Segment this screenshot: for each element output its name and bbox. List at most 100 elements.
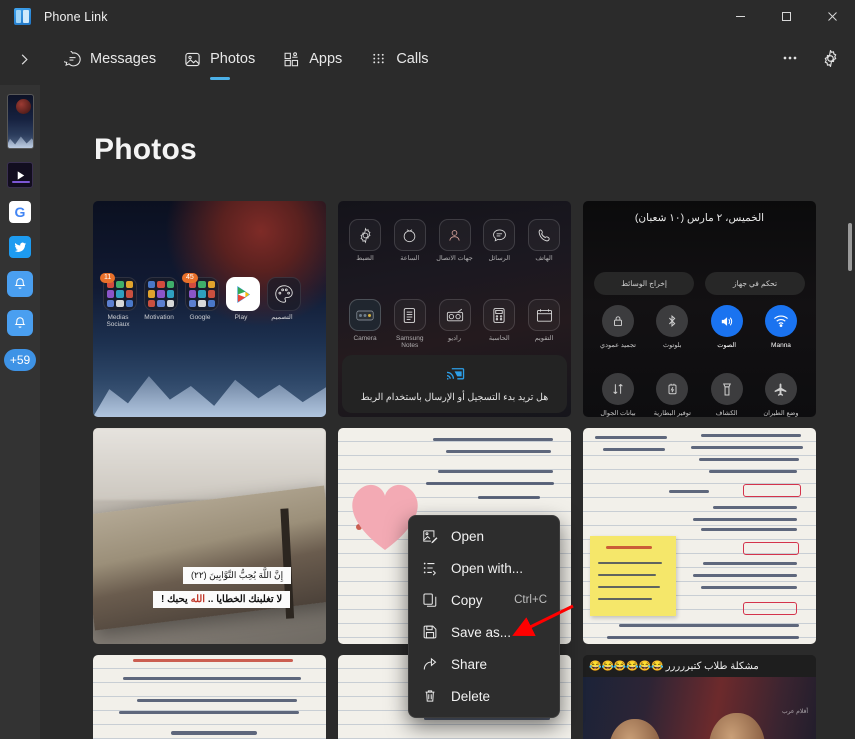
handwriting-title — [171, 731, 257, 735]
sticky-line — [598, 574, 656, 576]
play-store-icon — [226, 277, 260, 311]
app-cell: Samsung Notes — [391, 299, 429, 350]
app-folder: 11 — [100, 273, 137, 311]
photo-thumbnail-meme[interactable]: مشكلة طلاب كتيررررر 😂😂😂😂😂😂 أفلام عرب — [583, 655, 816, 739]
more-notifications-badge[interactable]: +59 — [4, 349, 36, 371]
nav-bar: Messages Photos Apps Calls — [0, 33, 855, 85]
cast-prompt-text: هل تريد بدء التسجيل أو الإرسال باستخدام … — [360, 392, 549, 403]
app-cell: الهاتف — [525, 219, 563, 262]
title-bar: Phone Link — [0, 0, 855, 33]
handwriting-line — [619, 624, 799, 627]
phone-icon — [528, 219, 560, 251]
drawer-row-2: Camera Samsung Notes راديو الحاسبة التقو… — [346, 299, 563, 350]
context-menu-item-open[interactable]: Open — [409, 520, 559, 552]
bluetooth-icon — [656, 305, 689, 337]
handwriting-line — [119, 711, 299, 714]
context-menu-label: Open with... — [451, 560, 524, 576]
app-folder — [144, 277, 178, 311]
laughing-emojis: 😂😂😂😂😂😂 — [589, 660, 664, 672]
photo-thumbnail-app-drawer[interactable]: الضبط الساعة جهات الاتصال الرسائل الهاتف… — [338, 201, 571, 417]
context-menu-accelerator: Ctrl+C — [514, 594, 547, 606]
media-player-icon[interactable] — [7, 162, 33, 188]
handwriting-line — [133, 659, 293, 662]
scrollbar-thumb[interactable] — [848, 223, 852, 271]
clock-icon — [393, 219, 426, 251]
toggle-sound: الصوت — [704, 305, 750, 350]
notebook-lines — [93, 655, 326, 739]
tab-calls[interactable]: Calls — [358, 36, 440, 82]
phone-screen-thumbnail[interactable] — [6, 94, 34, 149]
left-notification-rail: G +59 — [0, 85, 40, 739]
maximize-button[interactable] — [763, 0, 809, 33]
gear-icon[interactable] — [811, 39, 849, 77]
messages-icon — [483, 219, 516, 251]
app-label: الرسائل — [488, 255, 511, 262]
rotation-lock-icon — [602, 305, 634, 337]
handwriting-line — [669, 490, 709, 493]
context-menu-item-copy[interactable]: Copy Ctrl+C — [409, 584, 559, 616]
context-menu-item-save-as[interactable]: Save as... — [409, 616, 559, 648]
content-scrollbar[interactable] — [848, 195, 852, 695]
trash-icon — [419, 688, 441, 704]
handwriting-line — [607, 636, 799, 639]
tab-apps[interactable]: Apps — [271, 36, 354, 82]
handwriting-line — [595, 436, 667, 439]
context-menu-label: Save as... — [451, 624, 512, 640]
twitter-icon[interactable] — [9, 236, 31, 258]
app-label: جهات الاتصال — [436, 255, 473, 262]
handwriting-line — [701, 434, 801, 437]
handwriting-line — [709, 470, 797, 473]
flashlight-icon — [710, 373, 743, 405]
app-cell: Camera — [346, 299, 384, 350]
nav-right-actions — [771, 39, 849, 77]
notification-bell-icon[interactable] — [7, 310, 33, 336]
photo-thumbnail-notes-memorization[interactable] — [93, 655, 326, 739]
chevron-right-icon[interactable] — [4, 39, 44, 79]
notification-bell-icon[interactable] — [7, 271, 33, 297]
sticky-line — [598, 586, 660, 588]
volume-icon — [710, 305, 743, 337]
toggle-battery-saver: توفير البطارية — [649, 373, 695, 417]
calculator-icon — [483, 299, 516, 331]
apps-grid-icon — [283, 51, 300, 68]
tab-label: Apps — [309, 51, 343, 67]
minimize-button[interactable] — [717, 0, 763, 33]
tab-messages[interactable]: Messages — [52, 36, 168, 82]
meme-caption-text: مشكلة طلاب كتيررررر — [665, 660, 759, 672]
app-cell: جهات الاتصال — [436, 219, 474, 262]
context-menu-item-delete[interactable]: Delete — [409, 680, 559, 712]
wallpaper-mountains — [93, 376, 326, 417]
cast-icon — [445, 365, 465, 386]
calendar-icon — [528, 299, 560, 331]
page-title: Photos — [94, 133, 197, 166]
photo-thumbnail-quick-settings[interactable]: الخميس، ٢ مارس (١٠ شعبان) إخراج الوسائط … — [583, 201, 816, 417]
folder-label: Motivation — [144, 314, 174, 321]
quran-book — [93, 485, 326, 631]
photo-thumbnail-notes-yellow[interactable] — [583, 428, 816, 644]
contacts-icon — [438, 219, 471, 251]
google-icon[interactable]: G — [9, 201, 31, 223]
toggle-flashlight: الكشاف — [704, 373, 750, 417]
toggle-airplane-mode: وضع الطيران — [758, 373, 804, 417]
close-button[interactable] — [809, 0, 855, 33]
tab-label: Calls — [396, 51, 429, 67]
app-cell: الرسائل — [480, 219, 518, 262]
wifi-icon — [764, 305, 797, 337]
photo-thumbnail-home-screen[interactable]: 11 45 Medias Sociaux Motivation Google P… — [93, 201, 326, 417]
tab-photos[interactable]: Photos — [172, 36, 267, 82]
folder-label: Google — [189, 314, 211, 321]
app-label: الهاتف — [535, 255, 553, 262]
caption-part-c: يحبك ! — [161, 594, 188, 605]
handwriting-line — [426, 482, 554, 485]
photo-icon — [184, 51, 201, 68]
google-letter: G — [14, 204, 26, 220]
context-menu-item-share[interactable]: Share — [409, 648, 559, 680]
handwriting-line — [701, 586, 797, 589]
handwriting-line — [713, 506, 797, 509]
folder-label: Medias Sociaux — [106, 314, 130, 329]
context-menu-item-open-with[interactable]: Open with... — [409, 552, 559, 584]
app-label: راديو — [447, 335, 461, 342]
photo-thumbnail-quran[interactable]: إِنَّ اللَّهَ يُحِبُّ التَّوَّابِينَ (٢٢… — [93, 428, 326, 644]
camera-icon — [349, 299, 381, 331]
more-options-button[interactable] — [771, 39, 809, 77]
